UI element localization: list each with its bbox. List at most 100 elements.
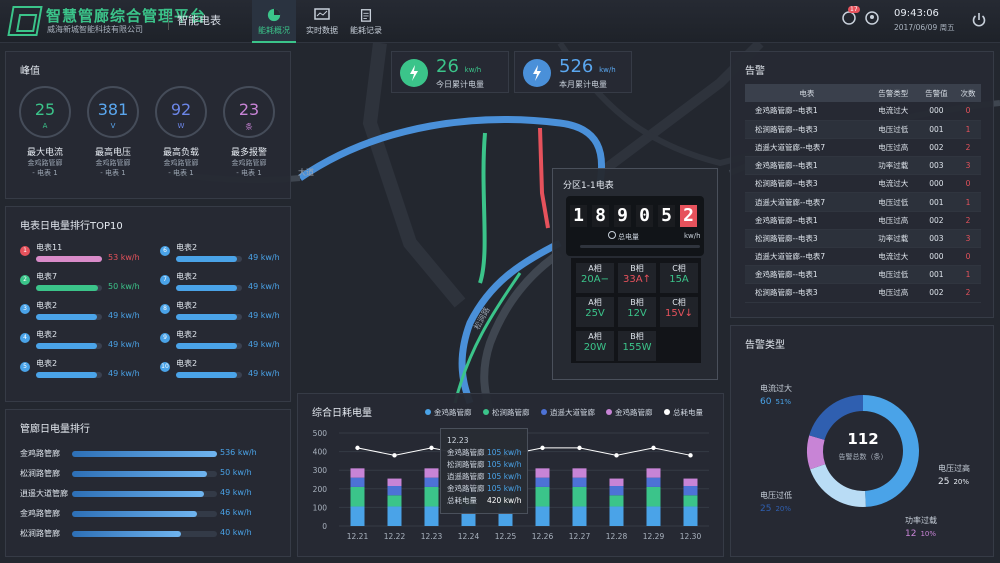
- chart-bar-segment[interactable]: [683, 486, 698, 496]
- chart-bar-segment[interactable]: [350, 468, 365, 478]
- total-line-point[interactable]: [392, 453, 397, 458]
- alarm-row[interactable]: 金鸡路管廊--电表1 电压过低 001 1: [745, 265, 981, 285]
- chart-bar-segment[interactable]: [424, 486, 439, 507]
- rank-item[interactable]: 9 电表2 49 kw/h: [160, 327, 280, 357]
- alarm-cell: 3: [955, 156, 981, 176]
- corridor-item[interactable]: 逍遥大道管廊 49 kw/h: [20, 486, 280, 502]
- tooltip-name: 松涧路管廊: [447, 460, 485, 469]
- alarm-row[interactable]: 逍遥大道管廊--电表7 电压过低 001 1: [745, 192, 981, 212]
- alarm-row[interactable]: 松涧路管廊--电表3 功率过载 003 3: [745, 229, 981, 249]
- rank-item[interactable]: 8 电表2 49 kw/h: [160, 298, 280, 328]
- chart-bar-segment[interactable]: [387, 495, 402, 507]
- rank-item[interactable]: 4 电表2 49 kw/h: [20, 327, 140, 357]
- chart-bar-segment[interactable]: [350, 477, 365, 487]
- alarm-column-header: 告警类型: [868, 84, 918, 102]
- total-line-point[interactable]: [577, 445, 582, 451]
- alarm-cell: 电压过高: [868, 283, 918, 303]
- chart-bar-segment[interactable]: [424, 477, 439, 487]
- alarm-row[interactable]: 金鸡路管廊--电表1 电压过高 002 2: [745, 211, 981, 230]
- rank-number: 1: [20, 246, 30, 256]
- donut-label-name: 电压过高: [938, 464, 970, 473]
- chart-bar-segment[interactable]: [424, 506, 439, 526]
- chart-bar-segment[interactable]: [572, 468, 587, 478]
- alarm-row[interactable]: 松涧路管廊--电表3 电流过大 000 0: [745, 174, 981, 194]
- peak-unit: A: [42, 122, 48, 130]
- corridor-bar: [72, 531, 217, 537]
- chart-bar-segment[interactable]: [350, 486, 365, 507]
- chart-bar-segment[interactable]: [646, 477, 661, 487]
- chart-bar-segment[interactable]: [387, 486, 402, 496]
- chart-bar-segment[interactable]: [683, 495, 698, 507]
- rank-number: 6: [160, 246, 170, 256]
- corridor-item[interactable]: 松涧路管廊 50 kw/h: [20, 466, 280, 482]
- alarm-row[interactable]: 逍遥大道管廊--电表7 电压过高 002 2: [745, 138, 981, 158]
- total-line-point[interactable]: [540, 445, 545, 451]
- tab-energy-records[interactable]: 能耗记录: [342, 0, 390, 43]
- donut-label: 电压过低 25 20%: [760, 490, 792, 514]
- donut-slice[interactable]: [863, 395, 919, 507]
- rank-item[interactable]: 10 电表2 49 kw/h: [160, 356, 280, 386]
- chart-bar-segment[interactable]: [646, 468, 661, 478]
- chart-bar-segment[interactable]: [572, 486, 587, 507]
- rank-item[interactable]: 5 电表2 49 kw/h: [20, 356, 140, 386]
- tab-energy-overview[interactable]: 能耗概况: [252, 0, 296, 43]
- alarm-row[interactable]: 松涧路管廊--电表3 电压过高 002 2: [745, 283, 981, 303]
- corridor-item[interactable]: 松涧路管廊 40 kw/h: [20, 526, 280, 542]
- road-red: [538, 127, 550, 229]
- total-line-point[interactable]: [651, 445, 656, 451]
- donut-slice[interactable]: [807, 435, 826, 470]
- chart-bar-segment[interactable]: [609, 486, 624, 496]
- rank-item[interactable]: 3 电表2 49 kw/h: [20, 298, 140, 328]
- alarm-row[interactable]: 金鸡路管廊--电表1 电流过大 000 0: [745, 102, 981, 121]
- chart-bar-segment[interactable]: [646, 486, 661, 507]
- tab-realtime-data[interactable]: 实时数据: [298, 0, 346, 43]
- total-line-point[interactable]: [688, 453, 693, 458]
- notification-button[interactable]: 17: [842, 6, 860, 29]
- chart-bar-segment[interactable]: [535, 477, 550, 487]
- alarm-cell: 0: [955, 247, 981, 267]
- corridor-item[interactable]: 金鸡路管廊 536 kw/h: [20, 446, 280, 462]
- total-line-point[interactable]: [429, 445, 434, 451]
- chart-bar-segment[interactable]: [683, 478, 698, 487]
- rank-item[interactable]: 7 电表2 49 kw/h: [160, 269, 280, 299]
- chart-bar-segment[interactable]: [535, 506, 550, 526]
- chart-bar-segment[interactable]: [609, 478, 624, 487]
- chart-bar-segment[interactable]: [387, 478, 402, 487]
- corridor-item[interactable]: 金鸡路管廊 46 kw/h: [20, 506, 280, 522]
- tab-label: 实时数据: [306, 26, 338, 35]
- chart-bar-segment[interactable]: [609, 506, 624, 526]
- rank-value: 50 kw/h: [108, 282, 140, 291]
- rank-item[interactable]: 2 电表7 50 kw/h: [20, 269, 140, 299]
- total-line-point[interactable]: [614, 453, 619, 458]
- power-icon: [972, 13, 986, 27]
- chart-bar-segment[interactable]: [535, 486, 550, 507]
- phase-value: 155W: [618, 342, 656, 353]
- chart-bar-segment[interactable]: [535, 468, 550, 478]
- peak-source-meter: - 电表 1: [100, 169, 126, 177]
- chart-bar-segment[interactable]: [572, 477, 587, 487]
- alarm-donut-chart[interactable]: [800, 388, 926, 514]
- corridor-name: 金鸡路管廊: [20, 509, 60, 518]
- rank-item[interactable]: 6 电表2 49 kw/h: [160, 240, 280, 270]
- rank-item[interactable]: 1 电表11 53 kw/h: [20, 240, 140, 270]
- chart-bar-segment[interactable]: [683, 506, 698, 526]
- power-button[interactable]: [972, 12, 986, 32]
- y-tick-label: 0: [322, 522, 327, 531]
- rank-bar: [36, 314, 102, 320]
- alarm-cell: 001: [917, 120, 956, 139]
- user-button[interactable]: [865, 10, 879, 29]
- corridor-bar-fill: [72, 451, 217, 457]
- chart-bar-segment[interactable]: [424, 468, 439, 478]
- chart-bar-segment[interactable]: [387, 506, 402, 526]
- donut-slice[interactable]: [810, 464, 866, 507]
- alarm-row[interactable]: 松涧路管廊--电表3 电压过低 001 1: [745, 120, 981, 139]
- total-line-point[interactable]: [355, 445, 360, 451]
- alarm-row[interactable]: 金鸡路管廊--电表1 功率过载 003 3: [745, 156, 981, 176]
- lightning-icon: [608, 231, 616, 239]
- clock-date: 2017/06/09 周五: [894, 23, 955, 32]
- chart-bar-segment[interactable]: [572, 506, 587, 526]
- chart-bar-segment[interactable]: [609, 495, 624, 507]
- chart-bar-segment[interactable]: [646, 506, 661, 526]
- alarm-row[interactable]: 逍遥大道管廊--电表7 电流过大 000 0: [745, 247, 981, 267]
- chart-bar-segment[interactable]: [350, 506, 365, 526]
